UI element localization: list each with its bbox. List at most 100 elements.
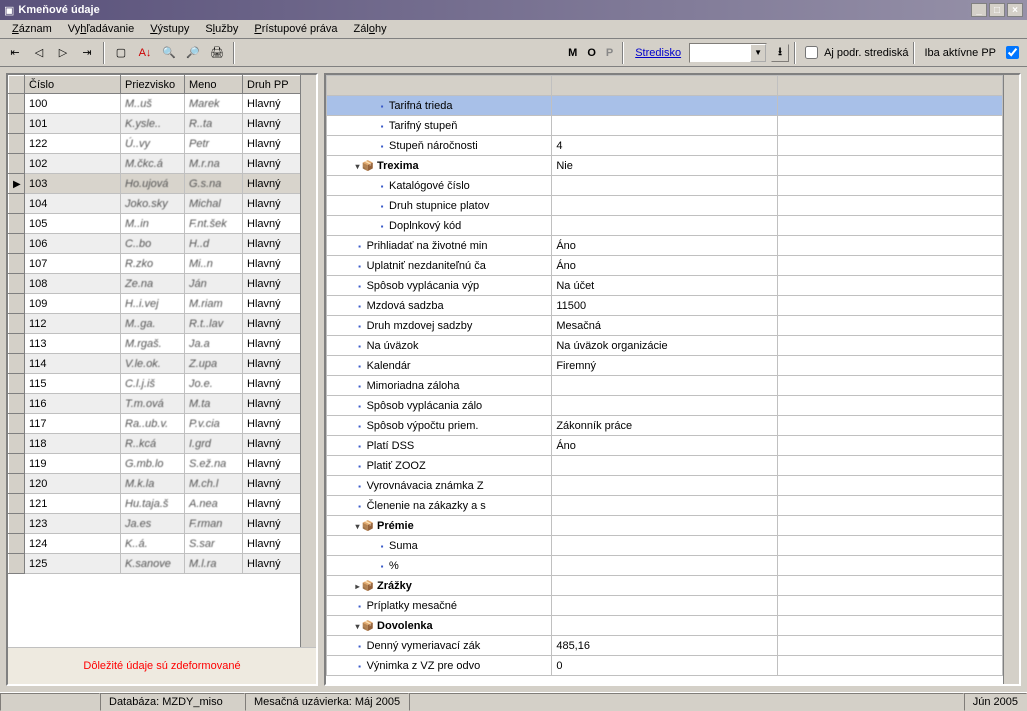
box-icon: 📦 [362,581,374,592]
table-row[interactable]: 101K.ysle..R..taHlavný [9,114,301,134]
table-row[interactable]: 114V.le.ok.Z.upaHlavný [9,354,301,374]
m-label[interactable]: M [564,47,581,59]
o-label[interactable]: O [583,47,600,59]
refresh-icon[interactable]: ▢ [110,42,132,64]
menu-vyhladavanie[interactable]: Vyhľadávanie [60,21,142,37]
nav-prev-icon[interactable]: ◁ [28,42,50,64]
property-row[interactable]: ▪ Mimoriadna záloha [327,376,1003,396]
table-row[interactable]: 100M..ušMarekHlavný [9,94,301,114]
table-row[interactable]: 104Joko.skyMichalHlavný [9,194,301,214]
property-row[interactable]: ▪ Katalógové číslo [327,176,1003,196]
bullet-icon: ▪ [356,242,364,251]
menu-zaznam[interactable]: Záznam [4,21,60,37]
property-row[interactable]: ▪ Doplnkový kód [327,216,1003,236]
aj-podr-checkbox[interactable] [805,46,818,59]
bullet-icon: ▪ [356,322,364,331]
property-row[interactable]: ▪ Členenie na zákazky a s [327,496,1003,516]
table-row[interactable]: 102M.čkc.áM.r.naHlavný [9,154,301,174]
employee-table[interactable]: Číslo Priezvisko Meno Druh PP 100M..ušMa… [8,75,300,574]
property-row[interactable]: ▪ Spôsob vyplácania zálo [327,396,1003,416]
table-row[interactable]: 119G.mb.loS.ež.naHlavný [9,454,301,474]
property-row[interactable]: ▪ Druh mzdovej sadzbyMesačná [327,316,1003,336]
table-row[interactable]: 120M.k.laM.ch.lHlavný [9,474,301,494]
property-row[interactable]: ▪ Mzdová sadzba11500 [327,296,1003,316]
property-table[interactable]: ▪ Tarifná trieda ▪ Tarifný stupeň ▪ Stup… [326,75,1003,676]
table-row[interactable]: ▶103Ho.ujováG.s.naHlavný [9,174,301,194]
bullet-icon: ▪ [378,562,386,571]
col-meno[interactable]: Meno [185,76,243,94]
table-row[interactable]: 122Ú..vyPetrHlavný [9,134,301,154]
property-row[interactable]: ▪ Spôsob vyplácania výpNa účet [327,276,1003,296]
property-row[interactable]: ▪ Platí DSSÁno [327,436,1003,456]
bullet-icon: ▪ [356,422,364,431]
table-row[interactable]: 113M.rgaš.Ja.aHlavný [9,334,301,354]
property-row[interactable]: ▾📦 TreximaNie [327,156,1003,176]
minimize-button[interactable]: _ [971,3,987,17]
nav-last-icon[interactable]: ⇥ [76,42,98,64]
menu-vystupy[interactable]: Výstupy [142,21,197,37]
property-row[interactable]: ▪ Tarifná trieda [327,96,1003,116]
binoculars-icon[interactable]: 🔍 [158,42,180,64]
table-row[interactable]: 112M..ga.R.t..lavHlavný [9,314,301,334]
table-row[interactable]: 117Ra..ub.v.P.v.ciaHlavný [9,414,301,434]
property-row[interactable]: ▪ Vyrovnávacia známka Z [327,476,1003,496]
table-row[interactable]: 105M..inF.nt.šekHlavný [9,214,301,234]
col-priezvisko[interactable]: Priezvisko [121,76,185,94]
scrollbar[interactable] [1003,75,1019,684]
table-row[interactable]: 109H..i.vejM.riamHlavný [9,294,301,314]
print-icon[interactable]: 🖨 [206,42,228,64]
nav-next-icon[interactable]: ▷ [52,42,74,64]
bullet-icon: ▪ [356,382,364,391]
table-row[interactable]: 107R.zkoMi..nHlavný [9,254,301,274]
property-row[interactable]: ▪ Platiť ZOOZ [327,456,1003,476]
table-row[interactable]: 116T.m.ováM.taHlavný [9,394,301,414]
box-icon: 📦 [362,521,374,532]
status-db: Databáza: MZDY_miso [100,693,245,711]
sort-icon[interactable]: A↓ [134,42,156,64]
stredisko-link[interactable]: Stredisko [629,47,687,59]
close-button[interactable]: × [1007,3,1023,17]
scrollbar[interactable] [300,75,316,647]
property-row[interactable]: ▪ Druh stupnice platov [327,196,1003,216]
stredisko-combo[interactable]: ▼ [689,43,767,63]
property-row[interactable]: ▪ Stupeň náročnosti4 [327,136,1003,156]
property-row[interactable]: ▪ % [327,556,1003,576]
menu-pristupove[interactable]: Prístupové práva [246,21,345,37]
table-row[interactable]: 106C..boH..dHlavný [9,234,301,254]
menu-sluzby[interactable]: Služby [197,21,246,37]
bullet-icon: ▪ [356,282,364,291]
col-druh[interactable]: Druh PP [243,76,301,94]
menu-zalohy[interactable]: Zálohy [346,21,395,37]
iba-aktivne-checkbox[interactable] [1006,46,1019,59]
property-row[interactable]: ▪ Denný vymeriavací zák485,16 [327,636,1003,656]
table-row[interactable]: 108Ze.naJánHlavný [9,274,301,294]
col-cislo[interactable]: Číslo [25,76,121,94]
bullet-icon: ▪ [378,542,386,551]
property-row[interactable]: ▪ Výnimka z VZ pre odvo0 [327,656,1003,676]
property-row[interactable]: ▪ Príplatky mesačné [327,596,1003,616]
property-row[interactable]: ▪ Spôsob výpočtu priem.Zákonník práce [327,416,1003,436]
property-row[interactable]: ▾📦 Prémie [327,516,1003,536]
table-row[interactable]: 115C.l.j.išJo.e.Hlavný [9,374,301,394]
binoculars2-icon[interactable]: 🔎 [182,42,204,64]
table-row[interactable]: 118R..kcáI.grdHlavný [9,434,301,454]
table-row[interactable]: 123Ja.esF.rmanHlavný [9,514,301,534]
property-row[interactable]: ▾📦 Dovolenka [327,616,1003,636]
download-button[interactable]: ⭳ [771,44,789,62]
property-row[interactable]: ▪ Uplatniť nezdaniteľnú čaÁno [327,256,1003,276]
bullet-icon: ▪ [378,202,386,211]
property-row[interactable]: ▪ Na úväzokNa úväzok organizácie [327,336,1003,356]
table-row[interactable]: 125K.sanoveM.l.raHlavný [9,554,301,574]
property-row[interactable]: ▪ Suma [327,536,1003,556]
stredisko-input[interactable] [690,45,750,61]
property-row[interactable]: ▸📦 Zrážky [327,576,1003,596]
bullet-icon: ▪ [378,182,386,191]
dropdown-arrow-icon[interactable]: ▼ [750,44,766,62]
table-row[interactable]: 121Hu.taja.šA.neaHlavný [9,494,301,514]
nav-first-icon[interactable]: ⇤ [4,42,26,64]
maximize-button[interactable]: □ [989,3,1005,17]
property-row[interactable]: ▪ KalendárFiremný [327,356,1003,376]
property-row[interactable]: ▪ Tarifný stupeň [327,116,1003,136]
table-row[interactable]: 124K..á.S.sarHlavný [9,534,301,554]
property-row[interactable]: ▪ Prihliadať na životné minÁno [327,236,1003,256]
